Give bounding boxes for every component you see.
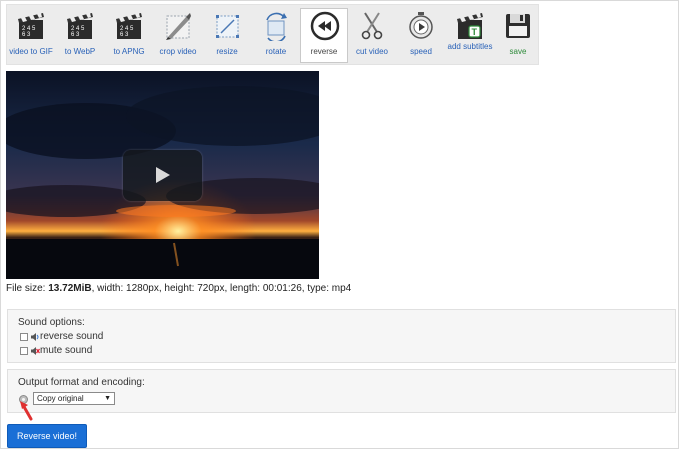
subtitles-icon: T [457, 13, 483, 39]
floppy-disk-icon [506, 14, 530, 38]
reverse-sound-label: reverse sound [40, 331, 104, 342]
file-info-prefix: File size: [6, 283, 49, 294]
output-format-panel: Output format and encoding: Copy origina… [7, 369, 676, 413]
tool-label: video to GIF [9, 47, 53, 56]
tool-rotate[interactable]: rotate [252, 5, 300, 64]
svg-text:6 3: 6 3 [22, 32, 31, 38]
speaker-icon [31, 332, 39, 341]
tool-label: reverse [310, 47, 338, 56]
tool-label: rotate [265, 47, 287, 56]
clapperboard-icon: 2 4 5 6 3 [18, 13, 44, 39]
play-icon [156, 167, 170, 183]
tool-to-apng[interactable]: 2 4 5 6 3 to APNG [105, 5, 153, 64]
tool-label: resize [216, 47, 238, 56]
tool-label: crop video [159, 47, 197, 56]
mute-sound-option[interactable]: mute sound [20, 345, 92, 356]
output-format-selected: Copy original [37, 394, 84, 403]
tool-save[interactable]: save [494, 5, 542, 64]
tool-label: to WebP [64, 47, 96, 56]
tool-resize[interactable]: resize [203, 5, 251, 64]
play-button[interactable] [123, 150, 202, 201]
mute-sound-label: mute sound [40, 345, 93, 356]
svg-text:6 3: 6 3 [120, 32, 129, 38]
arrow-pointer-icon [20, 401, 33, 421]
file-info: File size: 13.72MiB, width: 1280px, heig… [6, 283, 351, 294]
video-player[interactable] [6, 71, 319, 279]
clapperboard-icon: 2 4 5 6 3 [67, 13, 93, 39]
tool-toolbar: 2 4 5 6 3 video to GIF 2 4 5 6 3 to WebP… [6, 4, 539, 65]
mute-sound-checkbox[interactable] [20, 346, 28, 355]
svg-text:6 3: 6 3 [71, 32, 80, 38]
clapperboard-icon: 2 4 5 6 3 [116, 13, 142, 39]
tool-label: cut video [355, 47, 389, 56]
tool-label: to APNG [113, 47, 145, 56]
rotate-icon [266, 12, 287, 41]
scissors-icon [361, 12, 383, 40]
output-format-title: Output format and encoding: [18, 377, 145, 388]
file-size: 13.72MiB [48, 283, 92, 294]
tool-to-webp[interactable]: 2 4 5 6 3 to WebP [56, 5, 104, 64]
tool-label: save [509, 47, 527, 56]
mute-speaker-icon [31, 346, 40, 355]
sound-options-panel: Sound options: reverse sound mute sound [7, 309, 676, 363]
reverse-video-button[interactable]: Reverse video! [7, 424, 87, 448]
svg-text:T: T [472, 27, 478, 37]
reverse-sound-option[interactable]: reverse sound [20, 331, 103, 342]
tool-label: speed [410, 47, 432, 56]
tool-add-subtitles[interactable]: T add subtitles [446, 5, 494, 64]
tool-cut-video[interactable]: cut video [348, 5, 396, 64]
sound-options-title: Sound options: [18, 317, 85, 328]
file-info-details: , width: 1280px, height: 720px, length: … [91, 283, 352, 294]
tool-reverse[interactable]: reverse [300, 8, 348, 63]
output-format-select[interactable]: Copy original ▼ [33, 392, 115, 405]
dropdown-arrow-icon: ▼ [104, 395, 111, 402]
tool-speed[interactable]: speed [397, 5, 445, 64]
tool-video-to-gif[interactable]: 2 4 5 6 3 video to GIF [7, 5, 55, 64]
tool-crop-video[interactable]: crop video [154, 5, 202, 64]
rewind-icon [310, 11, 340, 41]
reverse-sound-checkbox[interactable] [20, 332, 28, 341]
crop-icon [166, 13, 191, 40]
stopwatch-icon [409, 12, 433, 39]
resize-icon [216, 15, 239, 38]
